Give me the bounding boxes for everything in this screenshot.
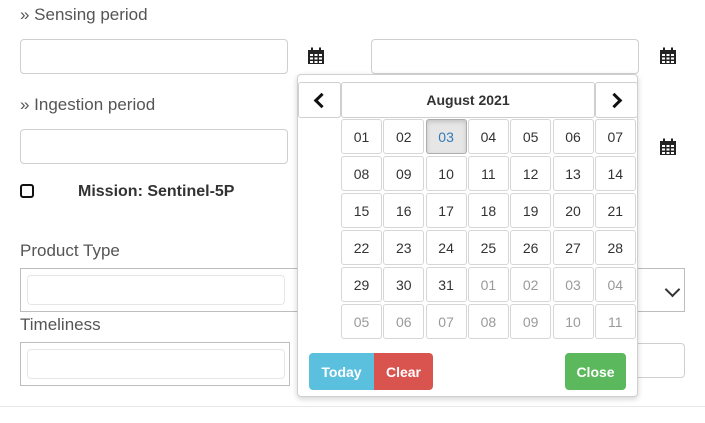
day-cell[interactable]: 02: [383, 119, 425, 154]
timeliness-search[interactable]: [27, 349, 285, 379]
product-type-search[interactable]: [27, 275, 285, 305]
day-cell[interactable]: 28: [594, 230, 636, 265]
day-cell[interactable]: 17: [425, 193, 467, 228]
day-cell[interactable]: 26: [510, 230, 552, 265]
day-cell[interactable]: 05: [510, 119, 552, 154]
day-cell[interactable]: 05: [341, 304, 382, 339]
timeliness-secondary-field[interactable]: [630, 343, 685, 378]
day-cell[interactable]: 06: [552, 119, 594, 154]
day-cell[interactable]: 10: [425, 156, 467, 191]
chevron-right-icon: [606, 92, 623, 108]
month-title-button[interactable]: August 2021: [341, 82, 595, 118]
day-cell[interactable]: 23: [383, 230, 425, 265]
mission-label: Mission: Sentinel-5P: [78, 183, 235, 200]
day-cell[interactable]: 03: [552, 267, 594, 302]
day-cell[interactable]: 29: [341, 267, 382, 302]
day-cell[interactable]: 16: [383, 193, 425, 228]
day-cell[interactable]: 22: [341, 230, 382, 265]
sensing-start-input[interactable]: [20, 39, 288, 74]
day-cell[interactable]: 03: [425, 119, 467, 154]
day-cell[interactable]: 27: [552, 230, 594, 265]
timeliness-select[interactable]: [20, 342, 290, 386]
divider: [0, 406, 705, 407]
day-cell[interactable]: 30: [383, 267, 425, 302]
day-cell[interactable]: 25: [467, 230, 509, 265]
product-type-label: Product Type: [20, 241, 120, 260]
day-cell[interactable]: 01: [467, 267, 509, 302]
day-cell[interactable]: 08: [341, 156, 382, 191]
day-cell[interactable]: 06: [383, 304, 425, 339]
day-cell[interactable]: 02: [510, 267, 552, 302]
today-button[interactable]: Today: [309, 353, 374, 390]
day-cell[interactable]: 04: [467, 119, 509, 154]
day-cell[interactable]: 07: [425, 304, 467, 339]
next-month-button[interactable]: [595, 82, 638, 118]
day-cell[interactable]: 09: [510, 304, 552, 339]
day-cell[interactable]: 19: [510, 193, 552, 228]
day-cell[interactable]: 07: [594, 119, 636, 154]
mission-checkbox[interactable]: [20, 184, 34, 198]
calendar-icon[interactable]: [659, 47, 677, 65]
ingestion-period-label: » Ingestion period: [20, 95, 156, 114]
day-cell[interactable]: 08: [467, 304, 509, 339]
calendar-icon[interactable]: [659, 138, 677, 156]
day-cell[interactable]: 14: [594, 156, 636, 191]
day-cell[interactable]: 01: [341, 119, 382, 154]
sensing-end-input[interactable]: [371, 39, 639, 74]
day-cell[interactable]: 15: [341, 193, 382, 228]
day-cell[interactable]: 09: [383, 156, 425, 191]
day-cell[interactable]: 24: [425, 230, 467, 265]
ingestion-start-input[interactable]: [20, 129, 288, 164]
day-cell[interactable]: 11: [467, 156, 509, 191]
clear-button[interactable]: Clear: [374, 353, 433, 390]
day-cell[interactable]: 04: [594, 267, 636, 302]
close-button[interactable]: Close: [565, 353, 626, 390]
prev-month-button[interactable]: [298, 82, 341, 118]
day-cell[interactable]: 20: [552, 193, 594, 228]
calendar-icon[interactable]: [307, 47, 325, 65]
day-cell[interactable]: 18: [467, 193, 509, 228]
day-cell[interactable]: 10: [552, 304, 594, 339]
timeliness-label: Timeliness: [20, 315, 101, 334]
day-cell[interactable]: 11: [594, 304, 636, 339]
chevron-left-icon: [313, 92, 330, 108]
day-cell[interactable]: 13: [552, 156, 594, 191]
day-cell[interactable]: 31: [425, 267, 467, 302]
sensing-period-label: » Sensing period: [20, 5, 148, 24]
day-cell[interactable]: 21: [594, 193, 636, 228]
day-cell[interactable]: 12: [510, 156, 552, 191]
